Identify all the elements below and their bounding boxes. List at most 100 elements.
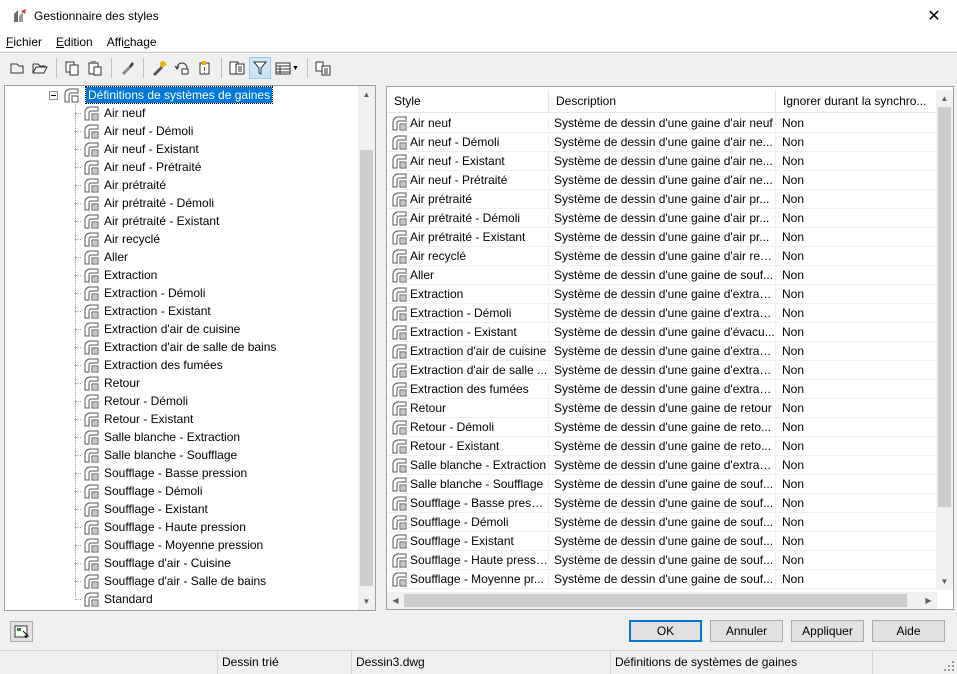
close-button[interactable]: ✕ [911,0,957,32]
table-row[interactable]: Retour - Existant Système de dessin d'une… [387,437,937,456]
column-header-3[interactable]: Ignorer durant la synchro... [776,90,937,112]
table-row[interactable]: Soufflage - Démoli Système de dessin d'un… [387,513,937,532]
edit-style-button[interactable] [148,57,170,79]
tree-item[interactable]: Retour - Démoli [75,392,276,410]
set-current-button[interactable] [171,57,193,79]
tree-item[interactable]: Air neuf - Prétraité [75,158,276,176]
tree-item[interactable]: Aller [75,248,276,266]
toggle-drawing-view-button[interactable] [10,621,33,642]
list-vertical-scrollbar[interactable]: ▲ ▼ [936,90,953,590]
column-header-1[interactable]: Style [387,90,549,112]
table-row[interactable]: Salle blanche - Extraction Système de des… [387,456,937,475]
table-row[interactable]: Extraction Système de dessin d'une gaine … [387,285,937,304]
tree-item[interactable]: Extraction - Démoli [75,284,276,302]
list-scroll-thumb[interactable] [938,107,951,507]
table-row[interactable]: Extraction - Démoli Système de dessin d'u… [387,304,937,323]
list-horizontal-scrollbar[interactable]: ◀ ▶ [387,592,937,609]
column-header-2[interactable]: Description [549,90,776,112]
tree-item[interactable]: Air neuf [75,104,276,122]
tree-item[interactable]: Retour - Existant [75,410,276,428]
sync-button[interactable] [312,57,334,79]
new-button[interactable] [6,57,28,79]
tree-item[interactable]: Air prétraité - Existant [75,212,276,230]
table-row[interactable]: Soufflage - Basse pression Système de des… [387,494,937,513]
tree-item[interactable]: Soufflage - Basse pression [75,464,276,482]
copy-button[interactable] [61,57,83,79]
tree-root-node[interactable]: Définitions de systèmes de gaines [49,86,274,104]
table-row[interactable]: Retour Système de dessin d'une gaine de r… [387,399,937,418]
tree-item[interactable]: Soufflage - Moyenne pression [75,536,276,554]
scroll-up-icon[interactable]: ▲ [936,90,953,107]
tree-item[interactable]: Soufflage - Existant [75,500,276,518]
purge-button[interactable] [116,57,138,79]
tree-item-label: Extraction d'air de cuisine [104,322,241,336]
tree-item[interactable]: Soufflage d'air - Salle de bains [75,572,276,590]
open-button[interactable] [29,57,51,79]
style-cell: Aller [387,266,549,284]
list-hscroll-thumb[interactable] [404,594,907,607]
table-row[interactable]: Soufflage - Haute pressi... Système de de… [387,551,937,570]
tree-item[interactable]: Retour [75,374,276,392]
tree-item[interactable]: Standard [75,590,276,608]
table-row[interactable]: Soufflage - Moyenne pr... Système de dess… [387,570,937,589]
style-cell: Air recyclé [387,247,549,265]
tree-item[interactable]: Air recyclé [75,230,276,248]
resize-grip-icon[interactable] [943,660,955,672]
view-options-button[interactable] [272,57,294,79]
table-row[interactable]: Extraction - Existant Système de dessin d… [387,323,937,342]
table-row[interactable]: Air prétraité Système de dessin d'une gai… [387,190,937,209]
table-row[interactable]: Extraction d'air de salle ... Système de … [387,361,937,380]
scroll-left-icon[interactable]: ◀ [387,592,404,609]
tree-item[interactable]: Extraction d'air de salle de bains [75,338,276,356]
style-tree[interactable]: Définitions de systèmes de gaines Air ne… [4,85,376,611]
table-row[interactable]: Retour - Démoli Système de dessin d'une g… [387,418,937,437]
scroll-up-icon[interactable]: ▲ [358,86,375,103]
ok-button[interactable]: OK [629,620,702,642]
table-row[interactable]: Extraction des fumées Système de dessin d… [387,380,937,399]
tree-item[interactable]: Soufflage d'air - Cuisine [75,554,276,572]
table-row[interactable]: Air neuf - Démoli Système de dessin d'une… [387,133,937,152]
tree-item[interactable]: Air prétraité [75,176,276,194]
tree-root-label[interactable]: Définitions de systèmes de gaines [84,86,274,104]
inventory-button[interactable] [226,57,248,79]
tree-vertical-scrollbar[interactable]: ▲ ▼ [358,86,375,610]
paste-button[interactable] [84,57,106,79]
tree-item[interactable]: Salle blanche - Extraction [75,428,276,446]
scroll-down-icon[interactable]: ▼ [358,593,375,610]
tree-item[interactable]: Extraction [75,266,276,284]
tree-item[interactable]: Soufflage - Démoli [75,482,276,500]
apply-button[interactable]: Appliquer [791,620,864,642]
scroll-down-icon[interactable]: ▼ [936,573,953,590]
menu-edition[interactable]: Edition [49,35,100,49]
tree-item[interactable]: Soufflage - Haute pression [75,518,276,536]
menu-fichier[interactable]: Fichier [0,35,49,49]
collapse-icon[interactable] [49,90,58,100]
tree-item[interactable]: Air neuf - Démoli [75,122,276,140]
tree-item[interactable]: Salle blanche - Soufflage [75,446,276,464]
tree-item[interactable]: Air prétraité - Démoli [75,194,276,212]
table-row[interactable]: Salle blanche - Soufflage Système de dess… [387,475,937,494]
table-row[interactable]: Air neuf Système de dessin d'une gaine d'… [387,114,937,133]
tree-scroll-thumb[interactable] [360,150,373,586]
tree-item[interactable]: Extraction d'air de cuisine [75,320,276,338]
toggle-view-button[interactable]: ! [194,57,216,79]
tree-item[interactable]: Extraction - Existant [75,302,276,320]
table-row[interactable]: Air recyclé Système de dessin d'une gaine… [387,247,937,266]
filter-button[interactable] [249,57,271,79]
tree-item[interactable]: Extraction des fumées [75,356,276,374]
duct-system-icon [84,322,99,337]
table-row[interactable]: Air neuf - Existant Système de dessin d'u… [387,152,937,171]
style-list-view[interactable]: Style Description Ignorer durant la synchr… [386,86,954,610]
scroll-right-icon[interactable]: ▶ [920,592,937,609]
table-row[interactable]: Aller Système de dessin d'une gaine de so… [387,266,937,285]
table-row[interactable]: Extraction d'air de cuisine Système de de… [387,342,937,361]
table-row[interactable]: Air prétraité - Démoli Système de dessin … [387,209,937,228]
chevron-down-icon[interactable]: ▼ [292,65,299,72]
menu-affichage[interactable]: Affichage [100,35,164,49]
tree-item[interactable]: Air neuf - Existant [75,140,276,158]
help-button[interactable]: Aide [872,620,945,642]
table-row[interactable]: Soufflage - Existant Système de dessin d'… [387,532,937,551]
table-row[interactable]: Air prétraité - Existant Système de dessi… [387,228,937,247]
cancel-button[interactable]: Annuler [710,620,783,642]
table-row[interactable]: Air neuf - Prétraité Système de dessin d'… [387,171,937,190]
